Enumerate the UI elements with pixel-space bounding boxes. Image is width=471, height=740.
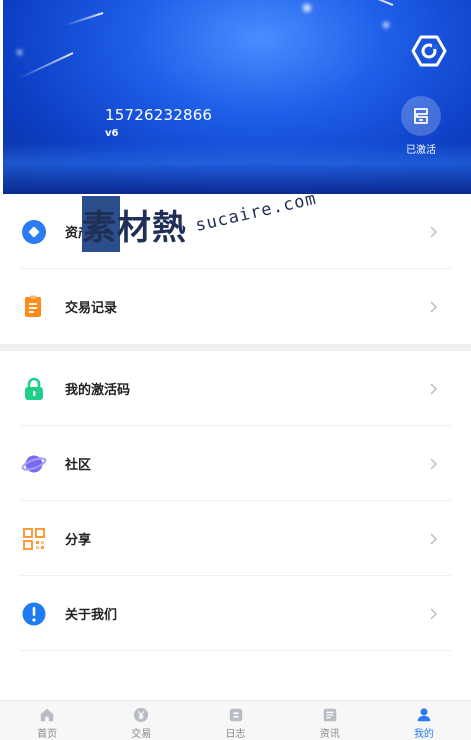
tab-label: 我的 [413,729,434,740]
home-icon [40,708,54,722]
log-icon [229,708,242,722]
profile-menu: 资产 交易记录 我的激活码 社区 分享 关于我们 [0,194,471,651]
tab-mine[interactable]: 我的 [377,701,471,740]
yen-icon [134,707,149,723]
light-streak [309,0,394,6]
user-icon [417,708,431,722]
menu-item-label: 分享 [65,533,92,548]
menu-item-about-us[interactable]: 关于我们 [0,576,471,651]
light-streak [18,52,74,80]
tab-log[interactable]: 日志 [188,701,282,740]
menu-item-label: 我的激活码 [65,383,131,398]
wallet-icon [20,218,48,246]
user-level: v6 [105,128,119,139]
lock-icon [20,375,48,403]
light-glow [383,22,389,28]
clipboard-icon [20,293,48,321]
tab-label: 首页 [37,729,58,740]
menu-item-label: 社区 [65,458,92,473]
menu-item-label: 关于我们 [65,608,118,623]
light-streak [64,12,104,27]
activation-status[interactable]: 已激活 [399,96,443,156]
light-glow [303,4,311,12]
tab-label: 资讯 [319,729,340,740]
chevron-right-icon [430,301,437,312]
tab-news[interactable]: 资讯 [283,701,377,740]
tab-trade[interactable]: 交易 [94,701,188,740]
activation-label: 已激活 [406,145,436,156]
info-icon [20,600,48,628]
chevron-right-icon [430,608,437,619]
menu-item-community[interactable]: 社区 [0,426,471,501]
menu-item-activation-codes[interactable]: 我的激活码 [0,351,471,426]
chevron-right-icon [430,226,437,237]
menu-item-assets[interactable]: 资产 [0,194,471,269]
chevron-right-icon [430,383,437,394]
planet-icon [20,450,48,478]
bottom-tab-bar: 首页 交易 日志 资讯 我的 [0,700,471,740]
settings-button[interactable] [411,33,447,69]
news-icon [323,708,336,722]
profile-header: 15726232866 v6 已激活 [3,0,471,194]
user-phone: 15726232866 [105,106,213,124]
tab-home[interactable]: 首页 [0,701,94,740]
menu-item-share[interactable]: 分享 [0,501,471,576]
tab-label: 日志 [225,729,246,740]
menu-item-label: 资产 [65,226,92,241]
hexagon-settings-icon [411,35,447,67]
menu-item-trade-records[interactable]: 交易记录 [0,269,471,344]
chevron-right-icon [430,458,437,469]
activation-badge [401,96,441,136]
light-glow [17,50,22,55]
menu-item-label: 交易记录 [65,301,118,316]
qrcode-icon [20,525,48,553]
divider [20,650,451,651]
ticket-icon [414,108,428,124]
tab-label: 交易 [131,729,152,740]
section-gap [0,344,471,351]
chevron-right-icon [430,533,437,544]
